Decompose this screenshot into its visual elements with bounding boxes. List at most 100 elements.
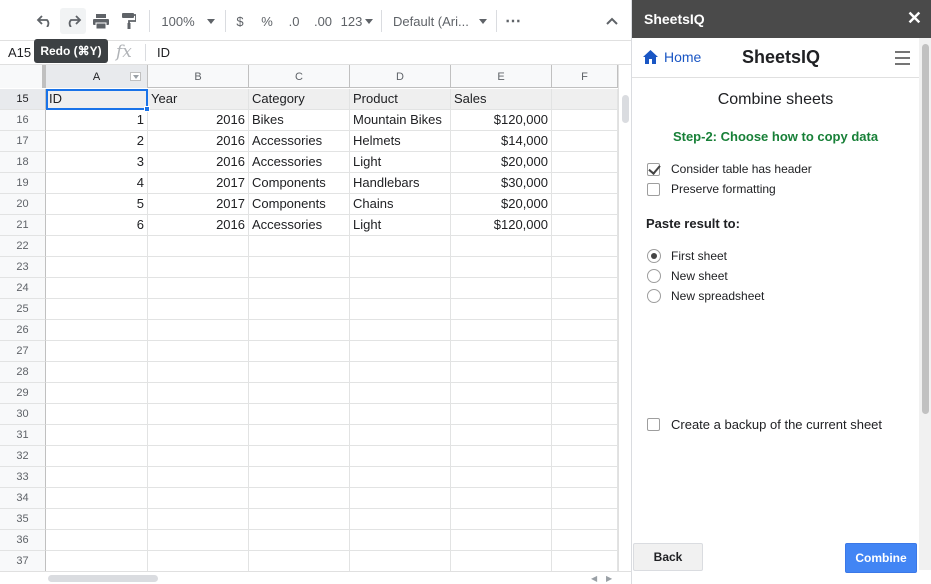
new-sheet-radio[interactable] — [647, 269, 661, 283]
grid-cell[interactable] — [552, 278, 618, 299]
grid-cell[interactable] — [148, 299, 249, 320]
decrease-decimal-button[interactable]: .0 — [283, 8, 305, 34]
grid-cell[interactable] — [350, 341, 451, 362]
row-header[interactable]: 26 — [0, 320, 46, 341]
more-formats-button[interactable]: 123 — [340, 8, 374, 34]
column-header-d[interactable]: D — [350, 65, 451, 88]
grid-cell[interactable] — [350, 236, 451, 257]
grid-cell[interactable] — [148, 257, 249, 278]
grid-cell[interactable] — [249, 278, 350, 299]
grid-cell[interactable] — [249, 509, 350, 530]
row-header[interactable]: 32 — [0, 446, 46, 467]
grid-cell[interactable] — [148, 446, 249, 467]
grid-cell[interactable] — [451, 488, 552, 509]
grid-cell[interactable] — [451, 467, 552, 488]
grid-cell[interactable] — [552, 467, 618, 488]
select-all-corner[interactable] — [0, 65, 46, 88]
grid-cell[interactable]: 4 — [46, 173, 148, 194]
filter-dropdown-icon[interactable] — [130, 72, 141, 81]
grid-cell[interactable] — [451, 341, 552, 362]
grid-cell[interactable]: Light — [350, 152, 451, 173]
grid-cell[interactable] — [552, 551, 618, 571]
grid-cell[interactable] — [350, 530, 451, 551]
grid-cell[interactable]: 5 — [46, 194, 148, 215]
grid-cell[interactable] — [350, 257, 451, 278]
grid-cell[interactable] — [451, 320, 552, 341]
grid-cell[interactable] — [350, 404, 451, 425]
grid-cell[interactable] — [46, 320, 148, 341]
grid-cell[interactable] — [451, 362, 552, 383]
header-checkbox[interactable] — [647, 162, 660, 176]
grid-cell[interactable] — [148, 488, 249, 509]
scroll-thumb[interactable] — [622, 95, 629, 123]
grid-cell[interactable] — [552, 425, 618, 446]
grid-cell[interactable] — [249, 488, 350, 509]
grid-cell[interactable]: Category — [249, 89, 350, 110]
grid-cell[interactable]: Sales — [451, 89, 552, 110]
grid-cell[interactable] — [552, 299, 618, 320]
fill-handle[interactable] — [144, 106, 150, 112]
font-select[interactable]: Default (Ari... — [393, 8, 489, 34]
grid-cell[interactable]: Year — [148, 89, 249, 110]
row-header[interactable]: 34 — [0, 488, 46, 509]
grid-cell[interactable]: 3 — [46, 152, 148, 173]
grid-cell[interactable] — [552, 215, 618, 236]
grid-cell[interactable] — [148, 383, 249, 404]
grid-cell[interactable] — [249, 551, 350, 571]
grid-cell[interactable] — [148, 278, 249, 299]
grid-cell[interactable]: Helmets — [350, 131, 451, 152]
paint-format-icon[interactable] — [118, 8, 140, 34]
home-link[interactable]: Home — [643, 49, 701, 65]
row-header[interactable]: 36 — [0, 530, 46, 551]
grid-cell[interactable] — [249, 341, 350, 362]
row-header[interactable]: 27 — [0, 341, 46, 362]
grid-cell[interactable]: Light — [350, 215, 451, 236]
undo-icon[interactable] — [33, 8, 57, 34]
back-button[interactable]: Back — [633, 543, 703, 571]
grid-cell[interactable] — [46, 278, 148, 299]
grid-cell[interactable] — [249, 236, 350, 257]
grid-cell[interactable] — [451, 446, 552, 467]
backup-option[interactable]: Create a backup of the current sheet — [647, 417, 882, 432]
grid-cell[interactable] — [46, 362, 148, 383]
name-box[interactable]: A15 — [8, 45, 31, 60]
scroll-thumb[interactable] — [922, 44, 929, 414]
grid-cell[interactable] — [350, 467, 451, 488]
grid-cell[interactable] — [46, 530, 148, 551]
close-icon[interactable]: ✕ — [907, 8, 922, 29]
grid-cell[interactable] — [46, 341, 148, 362]
grid-cell[interactable]: Components — [249, 194, 350, 215]
row-header[interactable]: 37 — [0, 551, 46, 571]
grid-cell[interactable] — [249, 530, 350, 551]
sidebar-vertical-scrollbar[interactable] — [919, 38, 931, 570]
more-options-icon[interactable]: ⋯ — [502, 8, 524, 34]
grid-cell[interactable] — [350, 551, 451, 571]
column-header-c[interactable]: C — [249, 65, 350, 88]
grid-cell[interactable] — [552, 194, 618, 215]
grid-cell[interactable] — [350, 320, 451, 341]
grid-cell[interactable] — [249, 383, 350, 404]
spreadsheet-grid[interactable]: ABCDEF 15 ID Year Category Product Sales 16 1 20… — [0, 65, 618, 571]
grid-cell[interactable] — [46, 467, 148, 488]
currency-format-button[interactable]: $ — [231, 8, 249, 34]
new-spreadsheet-radio[interactable] — [647, 289, 661, 303]
grid-cell[interactable] — [249, 446, 350, 467]
grid-cell[interactable] — [46, 488, 148, 509]
row-header[interactable]: 33 — [0, 467, 46, 488]
column-header-f[interactable]: F — [552, 65, 618, 88]
grid-cell[interactable] — [552, 236, 618, 257]
grid-cell[interactable]: Mountain Bikes — [350, 110, 451, 131]
column-header-b[interactable]: B — [148, 65, 249, 88]
first-sheet-radio[interactable] — [647, 249, 661, 263]
grid-cell[interactable] — [552, 320, 618, 341]
hamburger-menu-icon[interactable] — [895, 51, 910, 69]
combine-button[interactable]: Combine — [845, 543, 917, 573]
grid-cell[interactable]: 2016 — [148, 215, 249, 236]
grid-cell[interactable] — [350, 278, 451, 299]
formatting-option[interactable]: Preserve formatting — [647, 182, 776, 196]
grid-cell[interactable] — [552, 509, 618, 530]
grid-cell[interactable]: 2016 — [148, 110, 249, 131]
grid-cell[interactable] — [46, 257, 148, 278]
paste-new-spreadsheet-option[interactable]: New spreadsheet — [647, 289, 764, 303]
grid-cell[interactable] — [451, 530, 552, 551]
